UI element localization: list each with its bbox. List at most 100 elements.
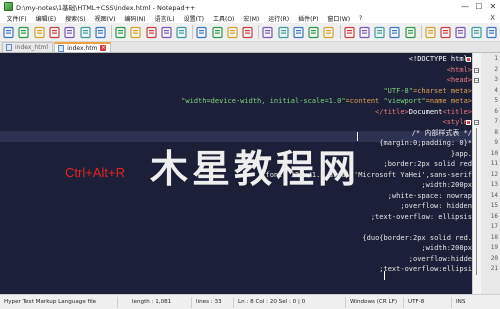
- word-wrap-button[interactable]: [292, 25, 305, 40]
- title-bar: D:\my-notes\1基础\HTML+CSS\index.html - No…: [0, 0, 500, 13]
- folder-workspace-button[interactable]: [388, 25, 401, 40]
- menu-view[interactable]: 视图(V): [90, 14, 120, 23]
- print-button[interactable]: [94, 25, 107, 40]
- status-encoding[interactable]: UTF-8: [404, 296, 452, 308]
- tab-index-html[interactable]: index_html: [2, 42, 54, 52]
- code-line[interactable]: ;text-overflow: ellipsis: [371, 212, 472, 223]
- lang-button[interactable]: [342, 25, 355, 40]
- tab-index-htm[interactable]: index.htm ×: [54, 42, 112, 52]
- bookmark-marker-icon[interactable]: [466, 120, 471, 125]
- function-list-button[interactable]: [373, 25, 386, 40]
- close-all-button[interactable]: [78, 25, 91, 40]
- code-token: Document: [408, 107, 443, 116]
- menu-edit[interactable]: 编辑(E): [31, 14, 60, 23]
- line-number: 21: [490, 265, 498, 272]
- menu-plugins[interactable]: 插件(P): [294, 14, 323, 23]
- menu-macro[interactable]: 宏(M): [239, 14, 264, 23]
- zoom-in-button[interactable]: [226, 25, 239, 40]
- fold-toggle-icon[interactable]: −: [474, 120, 479, 125]
- watermark-text: 木星教程网: [150, 147, 361, 191]
- menu-search[interactable]: 搜索(S): [61, 14, 91, 23]
- save-macro-button[interactable]: [485, 25, 498, 40]
- code-line[interactable]: "width=device-width, initial-scale=1.0"=…: [181, 96, 472, 107]
- close-file-button[interactable]: [63, 25, 76, 40]
- code-token: {margin:0;padding: 0}*: [379, 139, 472, 147]
- lang-icon: [344, 26, 355, 38]
- toolbar-separator: [192, 25, 194, 39]
- code-line[interactable]: "UTF-8"=charset meta>: [383, 86, 472, 97]
- maximize-button[interactable]: ☐: [472, 0, 486, 13]
- play-macro-button[interactable]: [454, 25, 467, 40]
- code-line[interactable]: </title>Document<title>: [375, 107, 472, 118]
- code-line[interactable]: ;font: 12px/1.5 arial,'Microsoft YaHei',…: [261, 170, 472, 181]
- code-line[interactable]: <!DOCTYPE html>: [409, 54, 472, 65]
- stop-macro-icon: [440, 26, 451, 38]
- code-line[interactable]: /* 内部样式表 */: [412, 128, 472, 139]
- record-macro-button[interactable]: [424, 25, 437, 40]
- menu-encoding[interactable]: 编码(N): [120, 14, 150, 23]
- new-file-button[interactable]: [2, 25, 15, 40]
- menu-settings[interactable]: 设置(T): [179, 14, 208, 23]
- close-button[interactable]: ✕: [486, 0, 500, 13]
- sync-vertical-button[interactable]: [261, 25, 274, 40]
- code-line[interactable]: ;border:2px solid red: [383, 159, 472, 170]
- menu-help[interactable]: ?: [355, 15, 367, 22]
- fold-toggle-icon[interactable]: −: [474, 67, 479, 73]
- close-document-button[interactable]: X: [490, 14, 495, 22]
- find-button[interactable]: [195, 25, 208, 40]
- open-file-button[interactable]: [17, 25, 30, 40]
- menu-window[interactable]: 窗口(W): [323, 14, 355, 23]
- code-token: {duo{border:2px solid red.: [362, 233, 472, 242]
- code-editor[interactable]: 1 2 3 4 5 6 7 8 9 10 11 12 13 14 15 16 17 18 19 20 21− − − Ctr…: [0, 53, 500, 294]
- indent-guide-button[interactable]: [322, 25, 335, 40]
- stop-macro-button[interactable]: [439, 25, 452, 40]
- code-line[interactable]: ;width:200px: [421, 243, 472, 254]
- undo-button[interactable]: [160, 25, 173, 40]
- line-number: 15: [490, 202, 498, 209]
- line-number-gutter[interactable]: 1 2 3 4 5 6 7 8 9 10 11 12 13 14 15 16 17 18 19 20 21− − −: [472, 53, 500, 294]
- code-line[interactable]: ;white-space: nowrap: [388, 191, 472, 202]
- file-icon: [58, 44, 65, 52]
- paste-button[interactable]: [144, 25, 157, 40]
- save-icon: [34, 26, 45, 38]
- code-line[interactable]: ;width:200px: [421, 180, 472, 191]
- tab-close-icon[interactable]: ×: [100, 45, 107, 51]
- copy-button[interactable]: [129, 25, 142, 40]
- replace-button[interactable]: [210, 25, 223, 40]
- monitor-button[interactable]: [404, 25, 417, 40]
- status-eol[interactable]: Windows (CR LF): [346, 296, 404, 308]
- zoom-out-button[interactable]: [241, 25, 254, 40]
- code-line[interactable]: <html>: [447, 65, 472, 76]
- redo-button[interactable]: [175, 25, 188, 40]
- line-number: 18: [490, 233, 498, 241]
- code-token: }app.: [450, 149, 472, 158]
- bookmark-marker-icon[interactable]: [466, 57, 471, 62]
- menu-language[interactable]: 语言(L): [150, 14, 179, 23]
- code-token: ;border:2px solid red: [383, 160, 472, 168]
- code-line[interactable]: ;overflow:hidde: [409, 254, 472, 265]
- fold-toggle-icon[interactable]: −: [474, 78, 479, 83]
- code-line[interactable]: }app.: [451, 149, 472, 160]
- sync-horizontal-button[interactable]: [276, 25, 289, 40]
- menu-run[interactable]: 运行(R): [264, 14, 294, 23]
- save-button[interactable]: [33, 25, 46, 40]
- menu-file[interactable]: 文件(F): [2, 14, 31, 23]
- doc-map-button[interactable]: [358, 25, 371, 40]
- code-token: <head>: [446, 76, 472, 84]
- code-token: ;width:200px: [421, 181, 472, 189]
- code-line[interactable]: ;text-overflow:ellipsi: [379, 264, 472, 275]
- code-token: "UTF-8": [383, 86, 413, 95]
- code-line[interactable]: {margin:0;padding: 0}*: [379, 138, 472, 149]
- show-all-chars-button[interactable]: [307, 25, 320, 40]
- save-all-button[interactable]: [48, 25, 61, 40]
- run-macro-multiple-button[interactable]: [470, 25, 483, 40]
- cut-button[interactable]: [114, 25, 127, 40]
- toolbar-separator: [339, 25, 341, 39]
- code-line[interactable]: {duo{border:2px solid red.: [362, 233, 472, 244]
- minimize-button[interactable]: —: [458, 0, 472, 13]
- code-line[interactable]: <head>: [447, 75, 472, 86]
- menu-tools[interactable]: 工具(O): [208, 14, 238, 23]
- line-number: 2: [494, 65, 498, 73]
- code-token: </title>: [375, 107, 409, 116]
- code-line[interactable]: ;overflow: hidden: [400, 201, 472, 212]
